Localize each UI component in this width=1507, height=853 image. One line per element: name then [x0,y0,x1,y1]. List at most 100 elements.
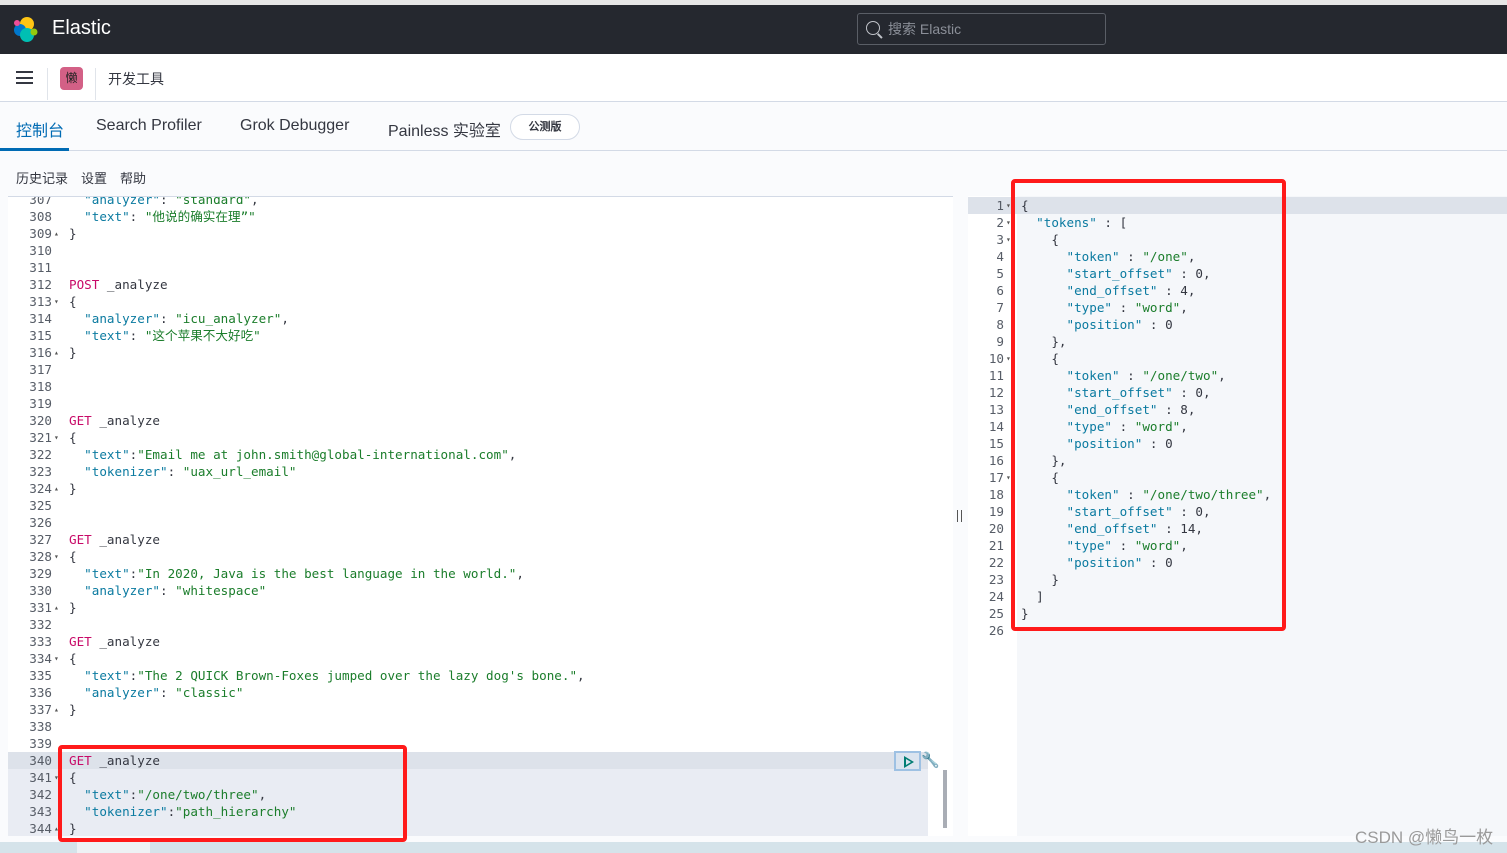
line-number: 324 [29,481,52,496]
fold-toggle-icon[interactable]: ▾ [54,429,59,446]
tab-painless-lab[interactable]: Painless 实验室 [388,117,501,141]
code-text: } [69,702,77,717]
editor-line[interactable]: 334 ▾ { [8,650,928,667]
fold-toggle-icon[interactable]: ▾ [54,650,59,667]
editor-line[interactable]: 315 "text": "这个苹果不大好吃" [8,327,928,344]
editor-line[interactable]: 323 "tokenizer": "uax_url_email" [8,463,928,480]
editor-line[interactable]: 320 GET _analyze [8,412,928,429]
panel-resize-handle[interactable] [957,510,962,522]
code-text: "analyzer": "classic" [84,685,244,700]
editor-scrollbar[interactable] [943,770,947,828]
line-number: 1 [996,198,1004,213]
editor-line[interactable]: 329 "text":"In 2020, Java is the best la… [8,565,928,582]
breadcrumb-bar: 懒 开发工具 [0,54,1507,102]
line-number: 311 [29,260,52,275]
fold-toggle-icon[interactable]: ▴ [54,599,59,616]
elastic-logo-icon[interactable] [12,16,38,42]
tab-search-profiler[interactable]: Search Profiler [96,117,202,135]
code-text: "text": "他说的确实在理”" [84,209,256,224]
line-number: 23 [988,572,1004,587]
tab-grok-debugger[interactable]: Grok Debugger [240,117,349,135]
code-text: "text":"Email me at john.smith@global-in… [84,447,517,462]
line-number: 329 [29,566,52,581]
line-number: 334 [29,651,52,666]
fold-toggle-icon[interactable]: ▴ [54,480,59,497]
history-link[interactable]: 历史记录 [16,171,68,186]
editor-line[interactable]: 317 [8,361,928,378]
line-number: 337 [29,702,52,717]
editor-line[interactable]: 314 "analyzer": "icu_analyzer", [8,310,928,327]
console-menu: 历史记录 设置 帮助 [16,168,159,187]
search-placeholder: 搜索 Elastic [888,21,962,37]
editor-line[interactable]: 338 [8,718,928,735]
line-number: 343 [29,804,52,819]
editor-line[interactable]: 330 "analyzer": "whitespace" [8,582,928,599]
line-number: 338 [29,719,52,734]
line-number: 22 [988,555,1004,570]
space-avatar[interactable]: 懒 [60,67,83,90]
code-text: POST _analyze [69,277,168,292]
global-search-input[interactable]: 搜索 Elastic [857,13,1106,45]
editor-line[interactable]: 331 ▴} [8,599,928,616]
code-text: { [69,294,77,309]
code-text: { [69,430,77,445]
editor-line[interactable]: 336 "analyzer": "classic" [8,684,928,701]
code-text: } [69,345,77,360]
code-text: GET _analyze [69,532,160,547]
editor-line[interactable]: 324 ▴} [8,480,928,497]
editor-line[interactable]: 332 [8,616,928,633]
editor-line[interactable]: 312 POST _analyze [8,276,928,293]
line-number: 344 [29,821,52,836]
editor-line[interactable]: 333 GET _analyze [8,633,928,650]
help-link[interactable]: 帮助 [120,171,146,186]
editor-line[interactable]: 327 GET _analyze [8,531,928,548]
line-number: 310 [29,243,52,258]
editor-line[interactable]: 326 [8,514,928,531]
fold-toggle-icon[interactable]: ▴ [54,701,59,718]
editor-line[interactable]: 307 "analyzer": "standard", [8,197,928,208]
line-number: 333 [29,634,52,649]
line-number: 320 [29,413,52,428]
editor-line[interactable]: 309 ▴} [8,225,928,242]
editor-line[interactable]: 322 "text":"Email me at john.smith@globa… [8,446,928,463]
line-number: 330 [29,583,52,598]
editor-line[interactable]: 318 [8,378,928,395]
settings-link[interactable]: 设置 [81,171,107,186]
line-number: 336 [29,685,52,700]
line-number: 339 [29,736,52,751]
fold-toggle-icon[interactable]: ▾ [54,548,59,565]
line-number: 340 [29,753,52,768]
send-request-play-icon[interactable] [894,751,921,771]
editor-line[interactable]: 337 ▴} [8,701,928,718]
fold-toggle-icon[interactable]: ▴ [54,344,59,361]
line-number: 322 [29,447,52,462]
editor-line[interactable]: 325 [8,497,928,514]
editor-line[interactable]: 335 "text":"The 2 QUICK Brown-Foxes jump… [8,667,928,684]
editor-line[interactable]: 321 ▾ { [8,429,928,446]
editor-line[interactable]: 319 [8,395,928,412]
wrench-icon[interactable]: 🔧 [921,751,940,769]
editor-line[interactable]: 310 [8,242,928,259]
line-number: 19 [988,504,1004,519]
annotation-box-response [1011,179,1286,631]
line-number: 3 [996,232,1004,247]
fold-toggle-icon[interactable]: ▴ [54,225,59,242]
line-number: 342 [29,787,52,802]
code-text: "text": "这个苹果不大好吃" [84,328,261,343]
line-number: 323 [29,464,52,479]
request-editor[interactable]: 307 "analyzer": "standard", 308 "text": "… [8,196,953,836]
brand-name[interactable]: Elastic [52,17,111,40]
editor-line[interactable]: 328 ▾ { [8,548,928,565]
line-number: 10 [988,351,1004,366]
editor-line[interactable]: 316 ▴} [8,344,928,361]
editor-line[interactable]: 311 [8,259,928,276]
tab-console[interactable]: 控制台 [16,117,64,141]
top-header: Elastic 搜索 Elastic [0,5,1507,54]
hamburger-menu-icon[interactable] [16,71,33,84]
code-text: } [69,600,77,615]
watermark: CSDN @懒鸟一枚 [1355,828,1494,847]
editor-line[interactable]: 313 ▾ { [8,293,928,310]
line-number: 309 [29,226,52,241]
editor-line[interactable]: 308 "text": "他说的确实在理”" [8,208,928,225]
fold-toggle-icon[interactable]: ▾ [54,293,59,310]
